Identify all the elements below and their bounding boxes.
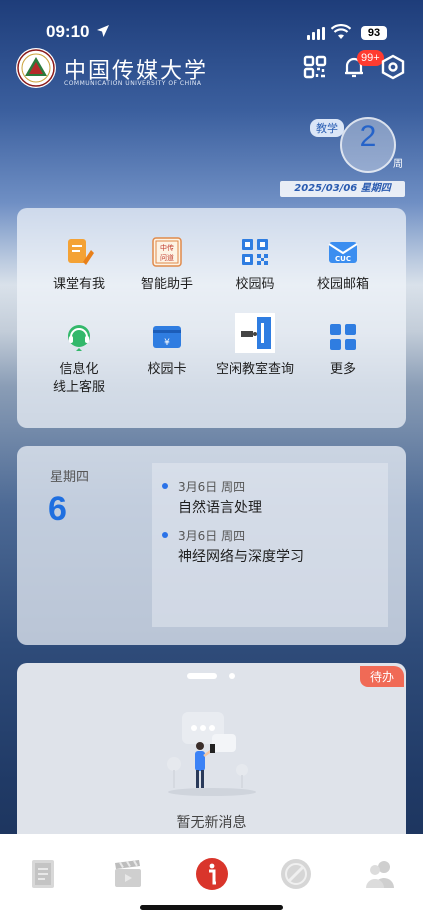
battery-indicator: 93 (361, 26, 387, 40)
location-arrow-icon (96, 23, 110, 42)
app-campus-code[interactable]: 校园码 (205, 236, 305, 294)
empty-messages-illustration (160, 700, 264, 804)
schedule-weekday: 星期四 (50, 470, 90, 485)
mail-icon: CUC (327, 236, 359, 268)
status-bar: 09:10 93 (0, 0, 423, 44)
teaching-week-tag: 教学 (310, 119, 344, 137)
campus-card-icon: ¥ (151, 321, 183, 353)
compass-icon[interactable] (278, 856, 314, 892)
app-it-support-label: 信息化 线上客服 (52, 362, 105, 395)
document-icon[interactable] (26, 856, 62, 892)
grid-more-icon (327, 321, 359, 353)
event-date: 3月6日 周四 (178, 529, 246, 543)
event-date: 3月6日 周四 (178, 480, 246, 494)
scan-qr-icon[interactable] (302, 54, 328, 80)
svg-text:¥: ¥ (164, 338, 170, 348)
status-time: 09:10 (46, 22, 90, 41)
app-classroom[interactable]: 课堂有我 (29, 236, 129, 294)
week-unit: 周 (393, 159, 403, 170)
app-smart-assistant[interactable]: 中传 问道 智能助手 (117, 236, 217, 294)
event-title: 自然语言处理 (178, 500, 262, 516)
carousel-indicator (229, 673, 235, 679)
classroom-icon (63, 236, 95, 268)
svg-text:问道: 问道 (160, 253, 174, 262)
schedule-day-number: 6 (48, 490, 67, 528)
todo-badge[interactable]: 待办 (360, 666, 405, 687)
svg-text:中传: 中传 (160, 243, 174, 252)
empty-messages-text: 暂无新消息 (176, 815, 247, 831)
carousel-indicator-active (187, 673, 217, 679)
headset-icon (63, 321, 95, 353)
app-more[interactable]: 更多 (293, 321, 393, 379)
people-icon[interactable] (362, 856, 398, 892)
settings-hexagon-icon[interactable] (380, 54, 406, 80)
app-campus-mail[interactable]: CUC 校园邮箱 (293, 236, 393, 294)
svg-text:CUC: CUC (335, 255, 351, 263)
app-it-support[interactable]: 信息化 线上客服 (29, 321, 129, 397)
classroom-search-icon (235, 313, 275, 353)
university-logo (16, 48, 56, 88)
university-subtitle: COMMUNICATION UNIVERSITY OF CHINA (64, 80, 202, 87)
week-number: 2 (359, 120, 377, 153)
event-dot (162, 483, 168, 489)
info-icon[interactable] (194, 856, 230, 892)
app-free-classroom[interactable]: 空闲教室查询 (205, 313, 305, 379)
qr-code-icon (239, 236, 271, 268)
cellular-signal-icon (307, 27, 325, 40)
app-campus-card[interactable]: ¥ 校园卡 (117, 321, 217, 379)
wifi-icon (330, 24, 352, 44)
quick-apps-card: 课堂有我 中传 问道 智能助手 校园码 CUC 校园邮箱 信息化 线上客服 ¥ 校园… (17, 208, 406, 428)
event-dot (162, 532, 168, 538)
current-date: 2025/03/06 星期四 (280, 181, 405, 197)
event-title: 神经网络与深度学习 (178, 549, 304, 565)
clapperboard-icon[interactable] (110, 856, 146, 892)
home-indicator (140, 905, 283, 910)
assistant-icon: 中传 问道 (151, 236, 183, 268)
